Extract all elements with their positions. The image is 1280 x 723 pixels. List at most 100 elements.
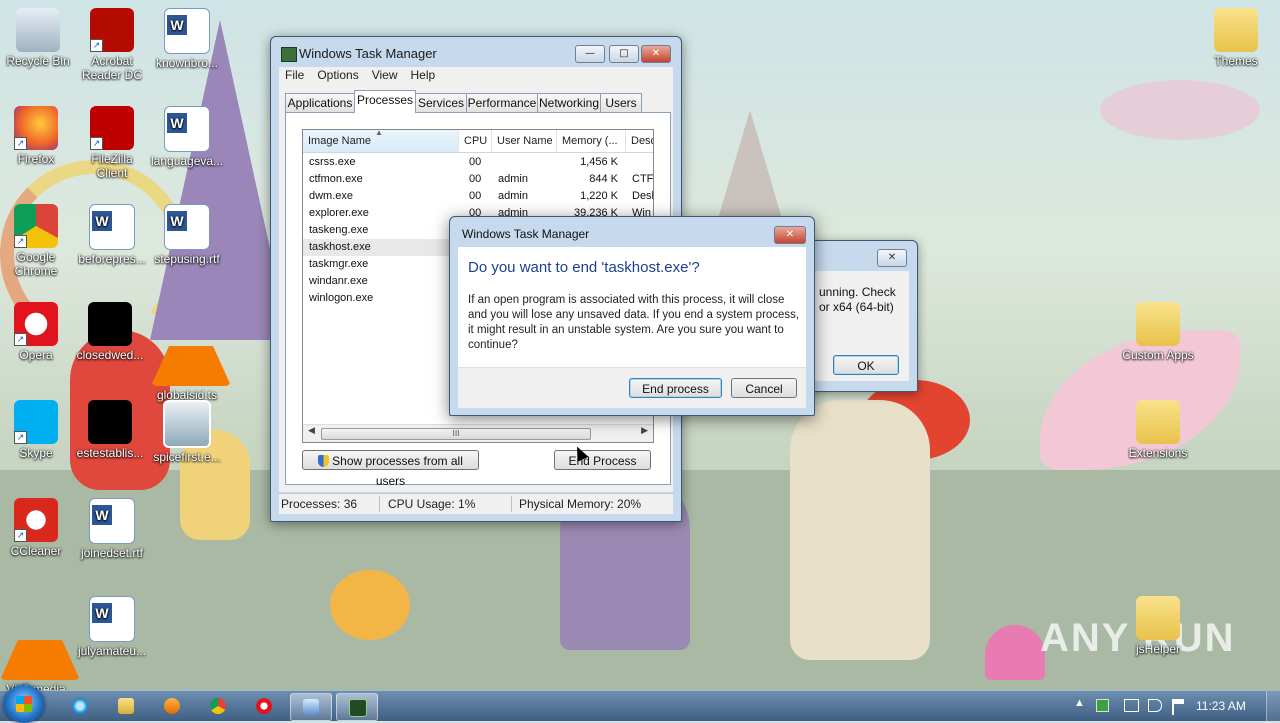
ccleaner-icon: ↗ — [14, 498, 58, 542]
column-header-row: ▲ Image Name CPU User Name Memory (... D… — [303, 130, 653, 153]
close-button[interactable]: ✕ — [641, 45, 671, 63]
tab-performance[interactable]: Performance — [466, 93, 538, 112]
table-row[interactable]: csrss.exe 00 1,456 K — [303, 154, 653, 171]
maximize-button[interactable]: □ — [609, 45, 639, 63]
end-process-confirm-dialog[interactable]: Windows Task Manager ✕ Do you want to en… — [449, 216, 815, 416]
cell-image-name: csrss.exe — [309, 156, 356, 168]
column-memory[interactable]: Memory (... — [557, 130, 626, 152]
desktop-icon-knownbro[interactable]: knownbro... — [151, 8, 223, 70]
column-user-name[interactable]: User Name — [492, 130, 557, 152]
tray-task-manager-icon[interactable] — [1096, 699, 1109, 712]
desktop-icon-languageva[interactable]: languageva... — [151, 106, 223, 168]
status-processes: Processes: 36 — [281, 497, 358, 511]
tab-users[interactable]: Users — [600, 93, 642, 112]
taskbar-opera[interactable] — [244, 693, 284, 719]
status-bar: Processes: 36 CPU Usage: 1% Physical Mem… — [279, 493, 673, 514]
desktop-icon-label: languageva... — [151, 154, 224, 168]
horizontal-scrollbar[interactable]: ◀ III ▶ — [303, 424, 653, 442]
menu-options[interactable]: Options — [311, 67, 365, 82]
cancel-button[interactable]: Cancel — [731, 378, 797, 398]
desktop-icon-acrobat[interactable]: ↗ Acrobat Reader DC — [76, 8, 148, 82]
chrome-icon: ↗ — [14, 204, 58, 248]
cell-user: admin — [498, 173, 528, 185]
desktop-icon-label: Recycle Bin — [6, 54, 70, 68]
desktop-icon-themes[interactable]: Themes — [1200, 8, 1272, 68]
taskbar-task-manager[interactable] — [336, 693, 378, 721]
ok-button[interactable]: OK — [833, 355, 899, 375]
taskbar-chrome[interactable] — [198, 693, 238, 719]
show-desktop-button[interactable] — [1266, 691, 1280, 721]
tab-networking[interactable]: Networking — [537, 93, 601, 112]
menu-view[interactable]: View — [366, 67, 405, 82]
opera-icon: ↗ — [14, 302, 58, 346]
chrome-icon — [210, 698, 226, 714]
cell-cpu: 00 — [469, 190, 482, 202]
tab-services[interactable]: Services — [415, 93, 467, 112]
column-cpu[interactable]: CPU — [459, 130, 492, 152]
taskbar-clock[interactable]: 11:23 AM — [1196, 699, 1246, 713]
column-image-name[interactable]: ▲ Image Name — [303, 130, 459, 152]
tray-action-center-flag-icon[interactable] — [1172, 699, 1184, 715]
dialog-question: Do you want to end 'taskhost.exe'? — [468, 259, 700, 276]
table-row[interactable]: ctfmon.exe 00 admin 844 K CTF — [303, 171, 653, 188]
desktop-icon-closedwed[interactable]: closedwed... — [74, 302, 146, 362]
menu-file[interactable]: File — [279, 67, 311, 82]
recycle-bin-icon — [16, 8, 60, 52]
desktop-icon-label: Opera — [19, 348, 53, 362]
desktop-icon-label: Google Chrome — [14, 250, 58, 278]
desktop-icon-recycle-bin[interactable]: Recycle Bin — [2, 8, 74, 68]
desktop-icon-joinedset[interactable]: joinedset.rtf — [76, 498, 148, 560]
desktop-icon-beforepres[interactable]: beforepres... — [76, 204, 148, 266]
scroll-left-icon[interactable]: ◀ — [308, 426, 315, 436]
desktop-icon-skype[interactable]: ↗ Skype — [0, 400, 72, 460]
end-process-button[interactable]: End Process — [554, 450, 651, 470]
acrobat-icon: ↗ — [90, 8, 134, 52]
desktop-icon-opera[interactable]: ↗ Opera — [0, 302, 72, 362]
tray-overflow-arrow-icon[interactable]: ▲ — [1074, 697, 1085, 709]
taskbar-internet-explorer[interactable] — [60, 693, 100, 719]
desktop-icon-filezilla[interactable]: ↗ FileZilla Client — [76, 106, 148, 180]
cell-memory: 1,220 K — [580, 190, 618, 202]
taskbar-media-player[interactable] — [152, 693, 192, 719]
end-process-confirm-button[interactable]: End process — [629, 378, 722, 398]
wallpaper-cupcake — [985, 625, 1045, 680]
desktop-icon-globalsid[interactable]: globalsid.ts — [151, 302, 231, 402]
desktop-icon-label: estestablis... — [76, 446, 144, 460]
table-row[interactable]: dwm.exe 00 admin 1,220 K Desl — [303, 188, 653, 205]
scroll-thumb[interactable]: III — [321, 428, 591, 440]
desktop-icon-custom-apps[interactable]: Custom Apps — [1122, 302, 1194, 362]
desktop-icon-label: Skype — [19, 446, 53, 460]
desktop-icon-chrome[interactable]: ↗ Google Chrome — [0, 204, 72, 278]
desktop-icon-ccleaner[interactable]: ↗ CCleaner — [0, 498, 72, 558]
desktop-icon-jshelper[interactable]: jsHelper — [1122, 596, 1194, 656]
close-button[interactable]: ✕ — [774, 226, 806, 244]
column-description[interactable]: Desc — [626, 130, 653, 152]
tray-network-icon[interactable] — [1124, 699, 1139, 712]
show-all-processes-button[interactable]: Show processes from all users — [302, 450, 479, 488]
minimize-button[interactable]: — — [575, 45, 605, 63]
desktop-icon-spicefirst[interactable]: spicefirst.e... — [151, 400, 223, 464]
tab-processes[interactable]: Processes — [354, 90, 416, 113]
taskbar-explorer[interactable] — [106, 693, 146, 719]
close-button[interactable]: ✕ — [877, 249, 907, 267]
wallpaper-tree — [1100, 80, 1260, 140]
desktop-icon-stepusing[interactable]: stepusing.rtf — [151, 204, 223, 266]
menu-help[interactable]: Help — [405, 67, 443, 82]
internet-explorer-icon — [72, 698, 88, 714]
start-button[interactable] — [4, 685, 44, 723]
file-icon — [88, 302, 132, 346]
opera-icon — [256, 698, 272, 714]
tray-volume-icon[interactable] — [1148, 699, 1162, 712]
scroll-right-icon[interactable]: ▶ — [641, 426, 648, 436]
desktop-icon-extensions[interactable]: Extensions — [1122, 400, 1194, 460]
desktop-icon-label: julyamateu... — [77, 644, 147, 658]
desktop-icon-label: Themes — [1214, 54, 1258, 68]
desktop-icon-label: beforepres... — [78, 252, 146, 266]
desktop-icon-label: jsHelper — [1135, 642, 1180, 656]
desktop-icon-firefox[interactable]: ↗ Firefox — [0, 106, 72, 166]
taskbar-remote-desktop[interactable] — [290, 693, 332, 721]
tab-applications[interactable]: Applications — [285, 93, 355, 112]
cell-memory: 844 K — [589, 173, 618, 185]
desktop-icon-estestablis[interactable]: estestablis... — [74, 400, 146, 460]
desktop-icon-julyamateu[interactable]: julyamateu... — [76, 596, 148, 658]
